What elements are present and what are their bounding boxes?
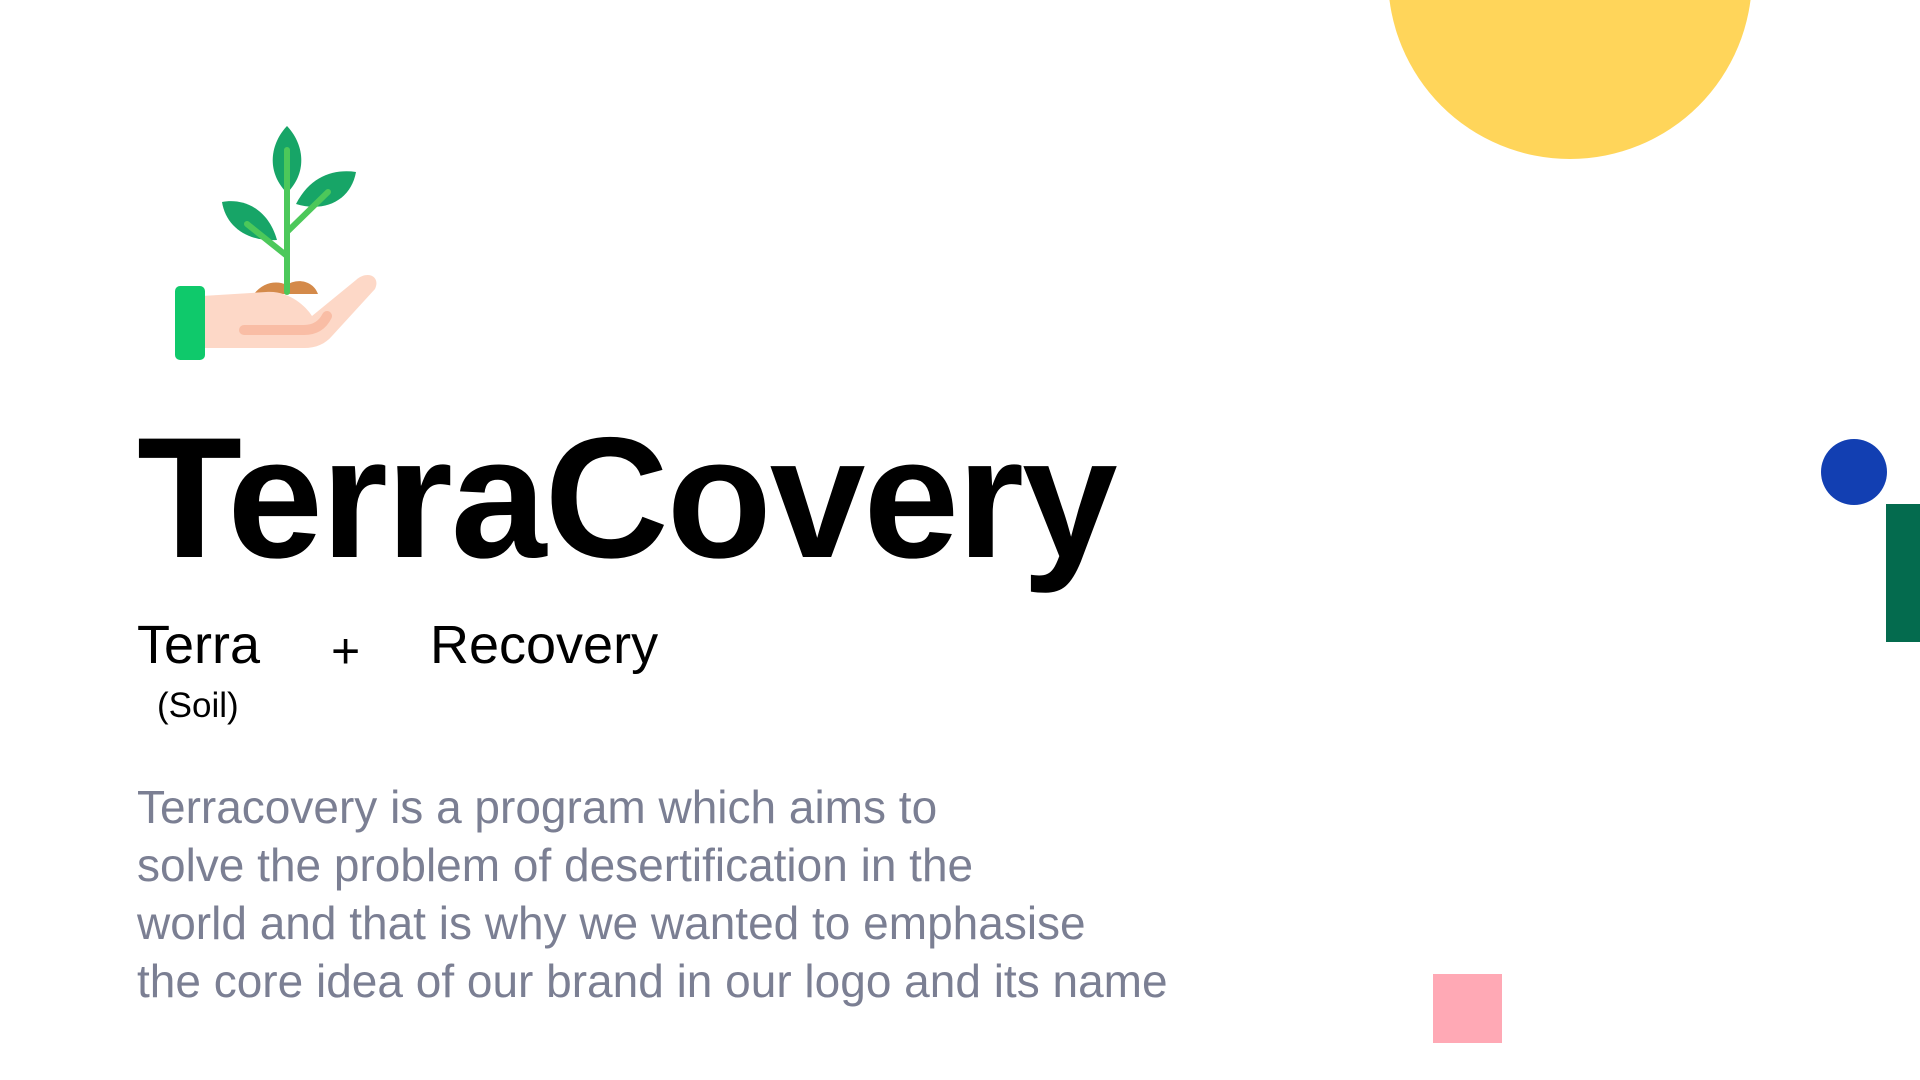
brand-title: TerraCovery: [137, 402, 1118, 594]
description-line: world and that is why we wanted to empha…: [137, 897, 1086, 949]
description-line: Terracovery is a program which aims to: [137, 781, 938, 833]
recovery-word: Recovery: [430, 615, 659, 675]
hand-holding-sprout-icon: [175, 126, 377, 360]
brand-description: Terracovery is a program which aims to s…: [137, 778, 1397, 1010]
description-line: solve the problem of desertification in …: [137, 839, 974, 891]
soil-meaning-note: (Soil): [157, 686, 239, 725]
yellow-circle-decoration: [1388, 0, 1752, 159]
description-line: the core idea of our brand in our logo a…: [137, 955, 1168, 1007]
blue-dot-decoration: [1821, 439, 1887, 505]
green-bar-decoration: [1886, 504, 1920, 642]
plus-sign: +: [331, 623, 361, 679]
pink-square-decoration: [1433, 974, 1502, 1043]
terra-word: Terra: [137, 615, 261, 675]
